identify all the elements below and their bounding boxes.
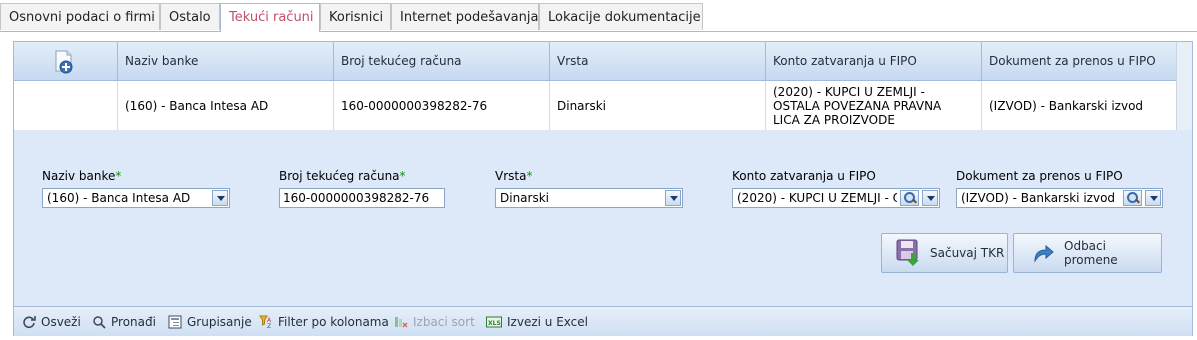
- dokument-lookup[interactable]: (IZVOD) - Bankarski izvod: [956, 188, 1163, 208]
- row-selector-cell: [14, 81, 118, 130]
- add-record-icon[interactable]: [54, 50, 73, 74]
- export-excel-button[interactable]: XLS Izvezi u Excel: [486, 314, 588, 330]
- grid-vertical-scrollbar[interactable]: [1176, 42, 1192, 130]
- broj-racuna-label: Broj tekućeg računa*: [279, 169, 406, 183]
- vrsta-select[interactable]: Dinarski: [495, 188, 683, 208]
- clear-sort-button[interactable]: Izbaci sort: [394, 314, 475, 330]
- discard-button-label: Odbaci promene: [1064, 239, 1118, 267]
- cell-konto: (2020) - KUPCI U ZEMLJI - OSTALA POVEZAN…: [766, 81, 982, 130]
- tab-bar-divider: [0, 31, 1197, 32]
- broj-racuna-input[interactable]: 160-0000000398282-76: [279, 188, 445, 208]
- svg-text:XLS: XLS: [488, 320, 501, 327]
- naziv-banke-label: Naziv banke*: [42, 169, 122, 183]
- cell-dokument: (IZVOD) - Bankarski izvod: [989, 98, 1144, 113]
- tab-korisnici[interactable]: Korisnici: [320, 3, 391, 30]
- chevron-down-icon[interactable]: [1145, 190, 1161, 206]
- save-button-label: Sačuvaj TKR: [930, 246, 1005, 260]
- vrsta-label: Vrsta*: [495, 169, 533, 183]
- excel-icon: XLS: [486, 315, 502, 329]
- column-header-vrsta[interactable]: Vrsta: [550, 42, 766, 80]
- cell-naziv-banke: (160) - Banca Intesa AD: [118, 81, 334, 130]
- filter-az-icon: AZ: [259, 315, 273, 330]
- chevron-down-icon[interactable]: [922, 190, 938, 206]
- discard-changes-button[interactable]: Odbaci promene: [1013, 233, 1162, 273]
- column-header-konto[interactable]: Konto zatvaranja u FIPO: [766, 42, 982, 80]
- chevron-down-icon[interactable]: [212, 190, 228, 206]
- tab-internet-podesavanja[interactable]: Internet podešavanja: [391, 3, 539, 30]
- grid-header: Naziv banke Broj tekućeg računa Vrsta Ko…: [14, 42, 1178, 81]
- save-button[interactable]: Sačuvaj TKR: [881, 233, 1008, 273]
- refresh-icon: [22, 315, 36, 329]
- tab-lokacije-dokumentacije[interactable]: Lokacije dokumentacije: [539, 3, 703, 30]
- column-header-broj-racuna[interactable]: Broj tekućeg računa: [334, 42, 550, 80]
- search-icon[interactable]: [900, 190, 919, 206]
- accounts-grid-panel: Naziv banke Broj tekućeg računa Vrsta Ko…: [13, 41, 1193, 336]
- tab-ostalo[interactable]: Ostalo: [160, 3, 220, 30]
- table-row[interactable]: (160) - Banca Intesa AD 160-000000039828…: [14, 81, 1178, 130]
- find-button[interactable]: Pronađi: [92, 314, 156, 330]
- add-row-cell: [14, 42, 118, 80]
- magnifier-icon: [92, 315, 106, 329]
- column-header-naziv-banke[interactable]: Naziv banke: [118, 42, 334, 80]
- tab-osnovni-podaci[interactable]: Osnovni podaci o firmi: [0, 3, 160, 30]
- edit-form: Naziv banke* (160) - Banca Intesa AD Bro…: [14, 130, 1192, 306]
- grid-toolbar: Osveži Pronađi Grupisanje AZ Filter po k…: [14, 306, 1192, 336]
- tab-bar: Osnovni podaci o firmi Ostalo Tekući rač…: [0, 3, 1197, 32]
- grouping-button[interactable]: Grupisanje: [168, 314, 252, 330]
- floppy-disk-icon: [896, 239, 922, 267]
- grouping-icon: [168, 315, 182, 329]
- cell-vrsta: Dinarski: [550, 81, 766, 130]
- cell-broj-racuna: 160-0000000398282-76: [334, 81, 550, 130]
- search-icon[interactable]: [1123, 190, 1142, 206]
- dokument-label: Dokument za prenos u FIPO: [956, 169, 1123, 183]
- chevron-down-icon[interactable]: [665, 190, 681, 206]
- tab-tekuci-racuni[interactable]: Tekući računi: [220, 3, 320, 32]
- naziv-banke-select[interactable]: (160) - Banca Intesa AD: [42, 188, 230, 208]
- konto-label: Konto zatvaranja u FIPO: [732, 169, 876, 183]
- column-header-dokument[interactable]: Dokument za prenos u FIPO: [982, 42, 1178, 80]
- clear-sort-icon: [394, 315, 408, 329]
- undo-arrow-icon: [1032, 243, 1054, 263]
- svg-text:Z: Z: [267, 323, 271, 329]
- konto-lookup[interactable]: (2020) - KUPCI U ZEMLJI - OSTALA POVEZAN…: [732, 188, 940, 208]
- refresh-button[interactable]: Osveži: [22, 314, 81, 330]
- filter-by-columns-button[interactable]: AZ Filter po kolonama: [259, 314, 389, 330]
